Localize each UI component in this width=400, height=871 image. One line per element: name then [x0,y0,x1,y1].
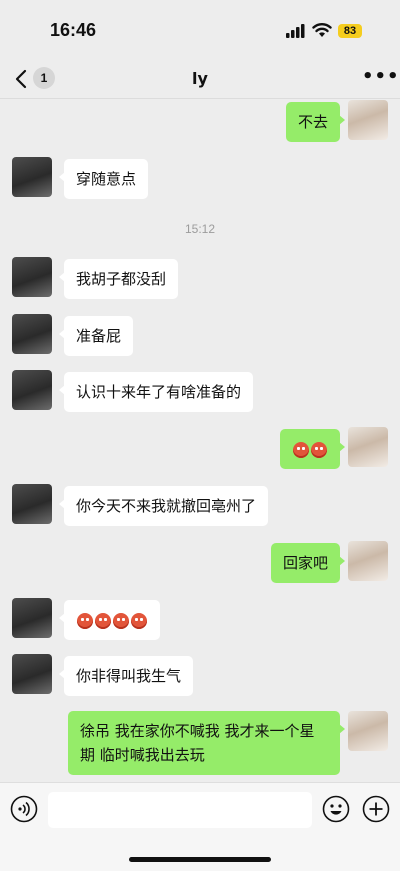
chat-header: 1 ly ••• [0,62,400,98]
chat-title: ly [192,69,208,88]
emoji-icon[interactable] [322,795,350,823]
angry-face-icon [311,441,327,458]
message-bubble-self[interactable]: 徐吊 我在家你不喊我 我才来一个星期 临时喊我出去玩 [68,711,345,775]
voice-icon[interactable] [10,795,38,823]
self-avatar[interactable] [348,427,388,467]
message-bubble-peer[interactable]: 穿随意点 [58,159,149,199]
peer-avatar[interactable] [12,157,52,197]
angry-face-icon [77,612,93,629]
message-timestamp: 15:12 [184,222,216,236]
message-bubble-self-emoji[interactable] [280,429,345,469]
peer-avatar[interactable] [12,598,52,638]
input-bar [0,782,400,871]
self-avatar[interactable] [348,100,388,140]
home-indicator [129,857,271,862]
message-bubble-self[interactable]: 不去 [285,102,346,142]
status-bar: 16:46 83 [0,0,400,62]
message-bubble-peer-emoji[interactable] [59,600,160,640]
self-avatar[interactable] [348,711,388,751]
status-time: 16:46 [50,20,97,40]
more-icon[interactable]: ••• [362,66,400,87]
peer-avatar[interactable] [12,314,52,354]
angry-face-icon [131,612,147,629]
angry-face-icon [293,441,309,458]
battery-indicator: 83 [338,24,362,38]
message-bubble-peer[interactable]: 你今天不来我就撤回亳州了 [58,486,269,526]
angry-face-icon [113,612,129,629]
signal-icon [286,24,305,38]
message-bubble-peer[interactable]: 认识十来年了有啥准备的 [58,372,254,412]
peer-avatar[interactable] [12,484,52,524]
plus-icon[interactable] [362,795,390,823]
peer-avatar[interactable] [12,257,52,297]
message-bubble-peer[interactable]: 你非得叫我生气 [58,656,194,696]
message-bubble-peer[interactable]: 我胡子都没刮 [58,259,179,299]
angry-face-icon [95,612,111,629]
peer-avatar[interactable] [12,370,52,410]
message-bubble-self[interactable]: 回家吧 [270,543,346,583]
peer-avatar[interactable] [12,654,52,694]
self-avatar[interactable] [348,541,388,581]
header-divider [0,98,400,99]
message-bubble-peer[interactable]: 准备屁 [58,316,134,356]
wifi-icon [312,23,332,37]
message-input[interactable] [48,792,312,828]
